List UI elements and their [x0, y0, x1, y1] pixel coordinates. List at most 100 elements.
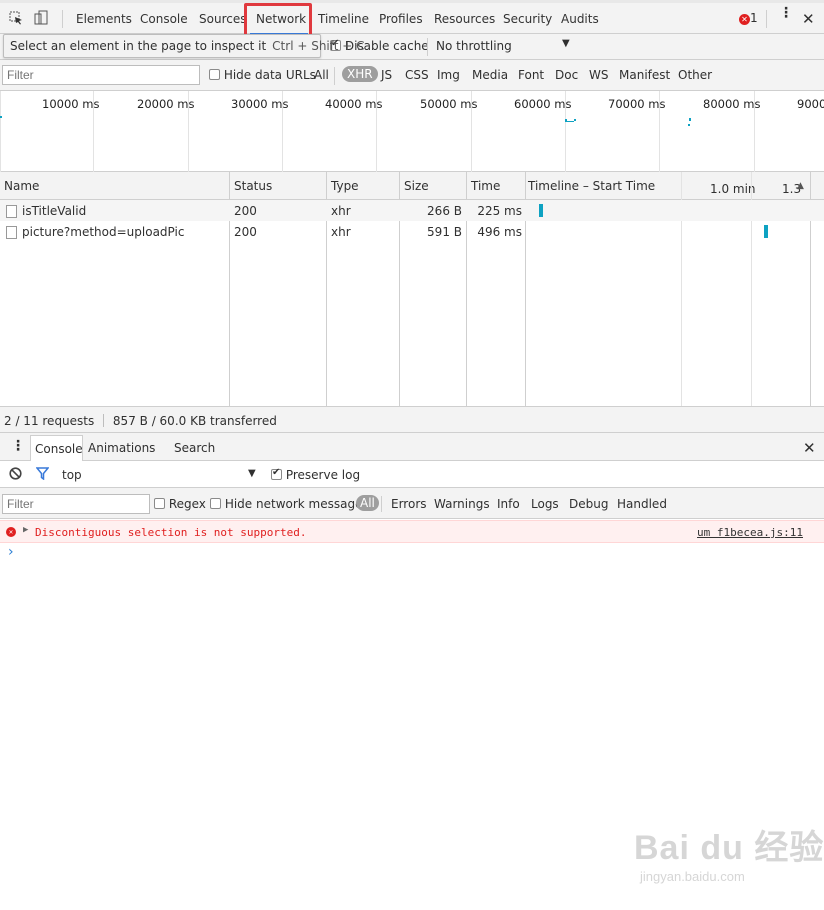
console-prompt-icon[interactable]: ›: [8, 544, 14, 560]
overview-tick-label: 10000 ms: [42, 97, 100, 111]
console-filter-bar: Regex Hide network messages All Errors W…: [0, 488, 824, 519]
request-status: 200: [234, 204, 257, 218]
column-header-time[interactable]: Time: [471, 179, 500, 193]
error-icon: ✕: [739, 14, 750, 25]
table-row[interactable]: picture?method=uploadPic 200 xhr 591 B 4…: [0, 221, 824, 242]
overview-gridline: [0, 91, 1, 172]
filter-type-ws[interactable]: WS: [589, 68, 608, 82]
waterfall-bar: [764, 225, 768, 238]
level-info[interactable]: Info: [497, 497, 520, 511]
watermark-brand: Bai du 经验: [634, 829, 824, 867]
request-type: xhr: [331, 204, 351, 218]
drawer-menu-icon[interactable]: ⋮: [11, 438, 25, 454]
request-name[interactable]: picture?method=uploadPic: [22, 225, 184, 239]
filter-type-img[interactable]: Img: [437, 68, 460, 82]
more-options-icon[interactable]: ⋮: [779, 6, 793, 20]
waterfall-bar: [539, 204, 543, 217]
level-logs[interactable]: Logs: [531, 497, 559, 511]
close-devtools-icon[interactable]: ✕: [802, 10, 815, 28]
overview-request-mark: [689, 118, 691, 121]
filter-type-font[interactable]: Font: [518, 68, 544, 82]
overview-request-mark: [567, 121, 574, 122]
request-size: 591 B: [427, 225, 462, 239]
request-name[interactable]: isTitleValid: [22, 204, 86, 218]
timeline-tick-label: 1.0 min: [710, 182, 756, 196]
tab-security[interactable]: Security: [503, 12, 552, 26]
toolbar-divider: [766, 10, 767, 28]
drawer-tab-search[interactable]: Search: [174, 441, 215, 455]
console-error-message[interactable]: ✕ ▶ Discontiguous selection is not suppo…: [0, 520, 824, 543]
hide-data-urls-checkbox[interactable]: Hide data URLs: [209, 68, 316, 82]
filter-type-media[interactable]: Media: [472, 68, 508, 82]
summary-divider: [103, 414, 105, 427]
request-time: 225 ms: [477, 204, 522, 218]
error-icon: ✕: [6, 527, 16, 537]
filter-type-other[interactable]: Other: [678, 68, 712, 82]
drawer-tabbar: ⋮ Console Animations Search ✕: [0, 433, 824, 461]
level-errors[interactable]: Errors: [391, 497, 427, 511]
baidu-watermark-logo: Bai du 经验 jingyan.baidu.com: [634, 820, 824, 890]
column-header-timeline[interactable]: Timeline – Start Time: [528, 179, 655, 193]
network-overview[interactable]: 10000 ms 20000 ms 30000 ms 40000 ms 5000…: [0, 91, 824, 172]
expand-triangle-icon[interactable]: ▶: [23, 525, 28, 535]
device-mode-icon[interactable]: [33, 10, 49, 26]
overview-tick-label: 70000 ms: [608, 97, 666, 111]
context-select[interactable]: top: [62, 468, 82, 482]
console-filter-input[interactable]: [2, 494, 150, 514]
level-warnings[interactable]: Warnings: [434, 497, 490, 511]
level-handled[interactable]: Handled: [617, 497, 667, 511]
tab-console[interactable]: Console: [140, 12, 188, 26]
column-header-size[interactable]: Size: [404, 179, 429, 193]
filter-type-manifest[interactable]: Manifest: [619, 68, 670, 82]
clear-console-icon[interactable]: [9, 467, 22, 483]
chevron-down-icon[interactable]: ▼: [248, 468, 256, 479]
network-summary-bar: 2 / 11 requests 857 B / 60.0 KB transfer…: [0, 406, 824, 433]
drawer-tab-animations[interactable]: Animations: [88, 441, 155, 455]
request-type: xhr: [331, 225, 351, 239]
table-row[interactable]: isTitleValid 200 xhr 266 B 225 ms: [0, 200, 824, 221]
network-filter-input[interactable]: [2, 65, 200, 85]
level-all[interactable]: All: [356, 495, 379, 511]
toolbar-divider: [381, 496, 382, 512]
overview-tick-label: 20000 ms: [137, 97, 195, 111]
toolbar-divider: [334, 67, 335, 85]
level-debug[interactable]: Debug: [569, 497, 608, 511]
overview-tick-label: 60000 ms: [514, 97, 572, 111]
network-filter-bar: Hide data URLs All XHR JS CSS Img Media …: [0, 60, 824, 91]
inspect-tooltip: Select an element in the page to inspect…: [3, 34, 365, 58]
column-header-type[interactable]: Type: [331, 179, 359, 193]
overview-request-mark: [0, 116, 2, 118]
tab-audits[interactable]: Audits: [561, 12, 599, 26]
tab-timeline[interactable]: Timeline: [318, 12, 369, 26]
hide-network-messages-checkbox[interactable]: Hide network messages: [210, 497, 369, 511]
column-header-name[interactable]: Name: [4, 179, 39, 193]
preserve-log-checkbox[interactable]: Preserve log: [271, 467, 360, 482]
filter-type-all[interactable]: All: [314, 68, 329, 82]
tab-elements[interactable]: Elements: [76, 12, 132, 26]
checkbox-icon: [209, 69, 220, 80]
console-toolbar: top ▼ Preserve log: [0, 461, 824, 488]
drawer-tab-console[interactable]: Console: [30, 435, 83, 461]
regex-checkbox[interactable]: Regex: [154, 497, 206, 511]
close-drawer-icon[interactable]: ✕: [803, 439, 816, 457]
tab-sources[interactable]: Sources: [199, 12, 246, 26]
error-source-link[interactable]: um f1becea.js:11: [697, 526, 803, 539]
column-header-status[interactable]: Status: [234, 179, 272, 193]
filter-type-js[interactable]: JS: [381, 68, 392, 82]
network-tab-highlight: [244, 3, 312, 38]
error-count-badge[interactable]: ✕ 1: [739, 11, 758, 25]
filter-type-xhr[interactable]: XHR: [342, 66, 378, 82]
error-text: Discontiguous selection is not supported…: [35, 526, 307, 539]
tab-resources[interactable]: Resources: [434, 12, 495, 26]
filter-icon[interactable]: [35, 467, 50, 483]
toolbar-divider: [62, 10, 63, 28]
sort-ascending-icon[interactable]: ▲: [797, 181, 804, 191]
tab-profiles[interactable]: Profiles: [379, 12, 423, 26]
chevron-down-icon[interactable]: ▼: [562, 38, 570, 49]
filter-type-doc[interactable]: Doc: [555, 68, 578, 82]
checkbox-icon: [271, 467, 282, 480]
throttling-select[interactable]: No throttling: [436, 39, 512, 53]
filter-type-css[interactable]: CSS: [405, 68, 429, 82]
toolbar-divider: [427, 38, 428, 56]
inspect-element-icon[interactable]: [9, 11, 23, 25]
